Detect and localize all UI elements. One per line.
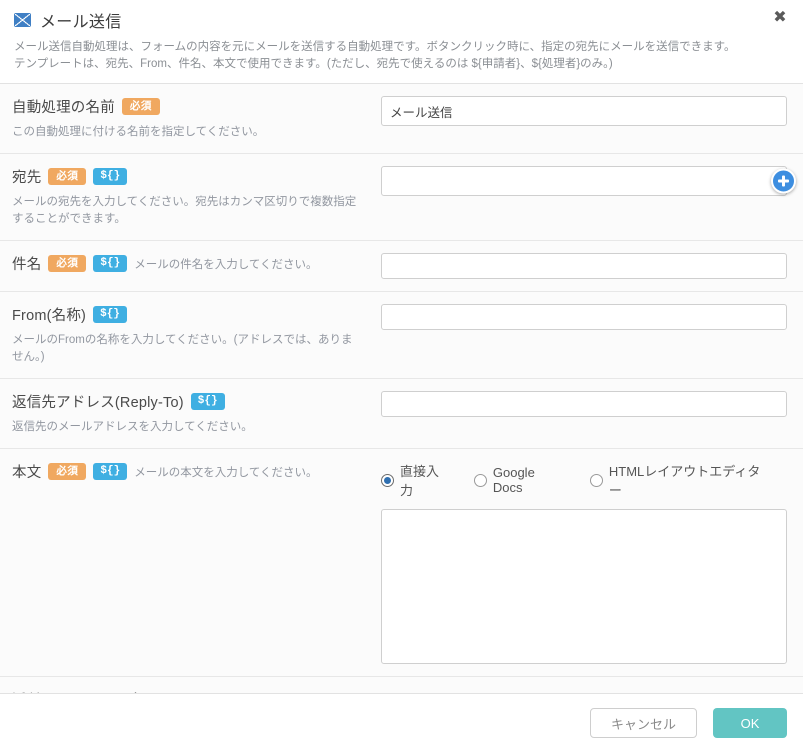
dialog-header: メール送信 ✖ メール送信自動処理は、フォームの内容を元にメールを送信する自動処… [0,0,803,84]
recipient-input[interactable] [381,166,787,196]
body-textarea[interactable] [381,509,787,664]
row-body-right: 直接入力 Google Docs HTMLレイアウトエディター [381,461,787,664]
help-from-name: メールのFromの名称を入力してください。(アドレスでは、ありません。) [12,334,353,363]
required-badge: 必須 [48,463,87,480]
label-automation-name: 自動処理の名前 [12,100,115,116]
label-recipient: 宛先 [12,170,42,186]
row-from-name-right [381,304,787,366]
row-recipient-label-line: 宛先 必須 ${} [12,166,371,187]
row-reply-to-right [381,391,787,436]
automation-name-input[interactable] [381,96,787,126]
page-title: メール送信 [40,14,122,31]
help-body: メールの本文を入力してください。 [134,466,318,479]
variable-badge: ${} [93,168,128,185]
variable-badge: ${} [93,306,127,323]
help-recipient: メールの宛先を入力してください。宛先はカンマ区切りで複数指定することができます。 [12,196,357,225]
radio-direct-input[interactable]: 直接入力 [381,461,452,499]
row-from-name-label-line: From(名称) ${} [12,304,371,325]
help-subject: メールの件名を入力してください。 [134,258,318,271]
label-subject: 件名 [12,257,42,273]
variable-badge: ${} [93,463,128,480]
recipient-input-wrapper [381,166,796,196]
dialog-footer: キャンセル OK [0,693,803,752]
row-attachment: 添付ファイル項目名 添付ファイルの項目名を選択してください。選択した入力項目に添… [0,677,803,693]
subject-input[interactable] [381,253,787,279]
dialog-body: 自動処理の名前 必須 この自動処理に付ける名前を指定してください。 宛先 必須 … [0,84,803,693]
reply-to-input[interactable] [381,391,787,417]
dialog-description-line-2: テンプレートは、宛先、From、件名、本文で使用できます。(ただし、宛先で使える… [14,58,613,70]
radio-google-docs[interactable]: Google Docs [473,465,568,495]
row-subject: 件名 必須 ${} メールの件名を入力してください。 [0,241,803,292]
row-reply-to-left: 返信先アドレス(Reply-To) ${} 返信先のメールアドレスを入力してくだ… [12,391,381,436]
variable-badge: ${} [190,393,225,410]
help-reply-to: 返信先のメールアドレスを入力してください。 [12,421,253,433]
row-automation-name: 自動処理の名前 必須 この自動処理に付ける名前を指定してください。 [0,84,803,154]
radio-html-layout-editor[interactable]: HTMLレイアウトエディター [589,461,773,499]
row-automation-name-label-line: 自動処理の名前 必須 [12,96,371,117]
row-automation-name-right [381,96,787,141]
row-from-name-left: From(名称) ${} メールのFromの名称を入力してください。(アドレスで… [12,304,381,366]
row-recipient: 宛先 必須 ${} メールの宛先を入力してください。宛先はカンマ区切りで複数指定… [0,154,803,241]
cancel-button[interactable]: キャンセル [590,708,697,738]
label-body: 本文 [12,465,42,481]
body-source-radio-group: 直接入力 Google Docs HTMLレイアウトエディター [381,461,787,499]
label-reply-to: 返信先アドレス(Reply-To) [12,395,184,411]
row-body: 本文 必須 ${} メールの本文を入力してください。 直接入力 Google D… [0,449,803,677]
radio-dot-icon [473,473,487,487]
radio-dot-icon [589,473,603,487]
radio-dot-icon [381,473,394,487]
row-subject-left: 件名 必須 ${} メールの件名を入力してください。 [12,253,381,279]
row-recipient-right [381,166,796,228]
row-recipient-left: 宛先 必須 ${} メールの宛先を入力してください。宛先はカンマ区切りで複数指定… [12,166,381,228]
ok-button[interactable]: OK [713,708,787,738]
row-body-left: 本文 必須 ${} メールの本文を入力してください。 [12,461,381,664]
required-badge: 必須 [48,168,87,185]
dialog-title-row: メール送信 [14,8,787,32]
radio-label: Google Docs [492,465,535,495]
row-subject-right [381,253,787,279]
dialog-description: メール送信自動処理は、フォームの内容を元にメールを送信する自動処理です。ボタンク… [14,39,787,73]
radio-label: 直接入力 [400,464,440,498]
help-automation-name: この自動処理に付ける名前を指定してください。 [12,126,265,138]
add-recipient-icon[interactable] [771,168,796,194]
variable-badge: ${} [93,255,128,272]
envelope-icon [14,13,31,27]
mail-send-dialog: メール送信 ✖ メール送信自動処理は、フォームの内容を元にメールを送信する自動処… [0,0,803,752]
radio-label: HTMLレイアウトエディター [608,464,761,498]
required-badge: 必須 [48,255,87,272]
row-body-label-line: 本文 必須 ${} メールの本文を入力してください。 [12,461,371,482]
row-from-name: From(名称) ${} メールのFromの名称を入力してください。(アドレスで… [0,292,803,379]
from-name-input[interactable] [381,304,787,330]
row-subject-label-line: 件名 必須 ${} メールの件名を入力してください。 [12,253,371,274]
row-reply-to: 返信先アドレス(Reply-To) ${} 返信先のメールアドレスを入力してくだ… [0,379,803,449]
label-from-name: From(名称) [12,308,87,324]
dialog-description-line-1: メール送信自動処理は、フォームの内容を元にメールを送信する自動処理です。ボタンク… [14,41,736,53]
required-badge: 必須 [121,98,160,115]
row-automation-name-left: 自動処理の名前 必須 この自動処理に付ける名前を指定してください。 [12,96,381,141]
row-reply-to-label-line: 返信先アドレス(Reply-To) ${} [12,391,371,412]
close-icon[interactable]: ✖ [771,9,789,27]
